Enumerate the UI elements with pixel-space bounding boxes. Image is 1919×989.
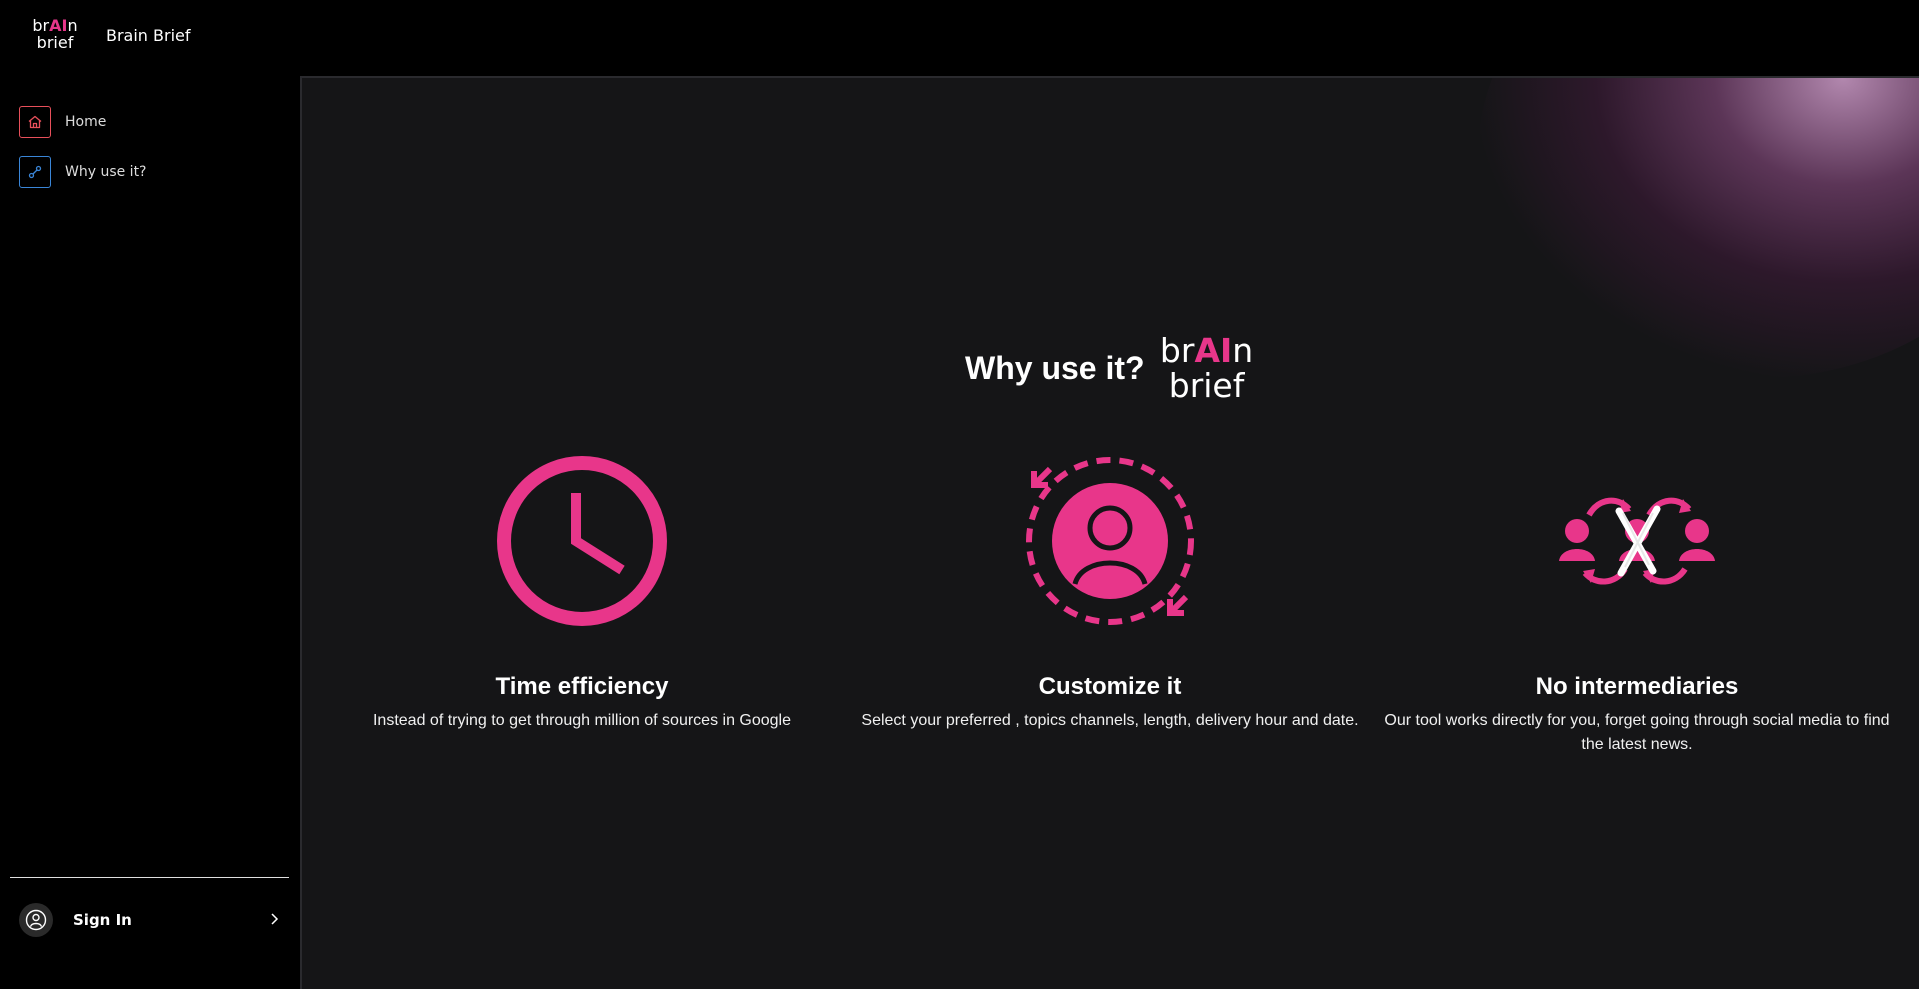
sign-in-button[interactable]: Sign In xyxy=(19,902,279,938)
top-bar: brAIn brief Brain Brief xyxy=(0,0,1919,76)
feature-title: Time efficiency xyxy=(495,673,669,700)
sidebar: Home Why use it? Sign In xyxy=(0,76,300,989)
feature-no-intermediaries: No intermediaries Our tool works directl… xyxy=(1377,453,1897,757)
logo-top-line: brAIn xyxy=(1159,331,1254,370)
feature-description: Select your preferred , topics channels,… xyxy=(861,712,1359,729)
feature-title: No intermediaries xyxy=(1535,673,1739,700)
feature-customize-it: Customize it Select your preferred , top… xyxy=(850,453,1370,733)
sidebar-item-why-use-it[interactable]: Why use it? xyxy=(19,156,279,188)
clock-icon xyxy=(494,453,670,629)
app-name: Brain Brief xyxy=(106,26,191,45)
feature-description: Our tool works directly for you, forget … xyxy=(1384,712,1890,753)
background-glow xyxy=(1479,78,1919,378)
page-headline: Why use it? brAIn brief xyxy=(965,333,1255,403)
logo-top-line: brAIn xyxy=(32,16,78,35)
main-panel: Why use it? brAIn brief Time efficiency … xyxy=(300,76,1919,989)
customize-user-icon xyxy=(1022,453,1198,629)
feature-title: Customize it xyxy=(1038,673,1182,700)
logo-bottom-line: brief xyxy=(1168,366,1245,405)
sidebar-divider xyxy=(10,877,289,878)
feature-description: Instead of trying to get through million… xyxy=(372,712,791,729)
logo-bottom-line: brief xyxy=(36,33,74,52)
home-icon xyxy=(19,106,51,138)
chevron-right-icon xyxy=(269,912,279,931)
sidebar-item-label: Why use it? xyxy=(65,164,147,180)
brand-logo-large: brAIn brief xyxy=(1159,333,1255,403)
no-intermediaries-icon xyxy=(1549,453,1725,629)
feature-time-efficiency: Time efficiency Instead of trying to get… xyxy=(322,453,842,733)
brand-logo[interactable]: brAIn brief xyxy=(30,17,80,51)
link-icon xyxy=(19,156,51,188)
sidebar-item-label: Home xyxy=(65,114,107,130)
user-circle-icon xyxy=(19,903,53,937)
page-title: Why use it? xyxy=(965,349,1145,386)
sidebar-item-home[interactable]: Home xyxy=(19,106,279,138)
sign-in-label: Sign In xyxy=(73,911,132,929)
